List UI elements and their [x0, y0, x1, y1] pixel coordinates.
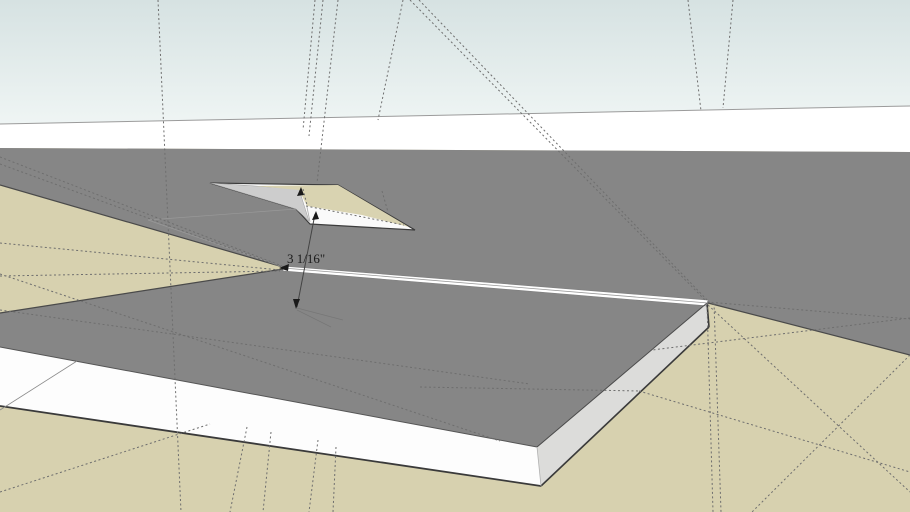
- scene-geometry: [0, 0, 910, 512]
- dimension-label: 3 1/16": [287, 251, 325, 266]
- scene-canvas[interactable]: 3 1/16": [0, 0, 910, 512]
- sky: [0, 0, 910, 124]
- model-viewport[interactable]: 3 1/16": [0, 0, 910, 512]
